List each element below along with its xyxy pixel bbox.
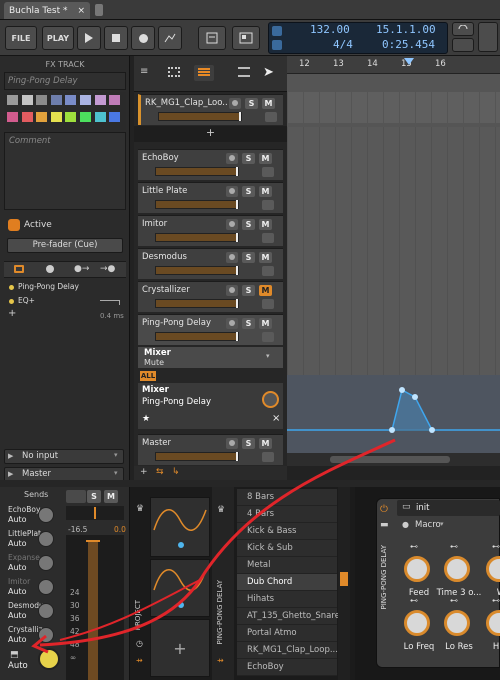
annotation-arrow (31, 438, 396, 654)
